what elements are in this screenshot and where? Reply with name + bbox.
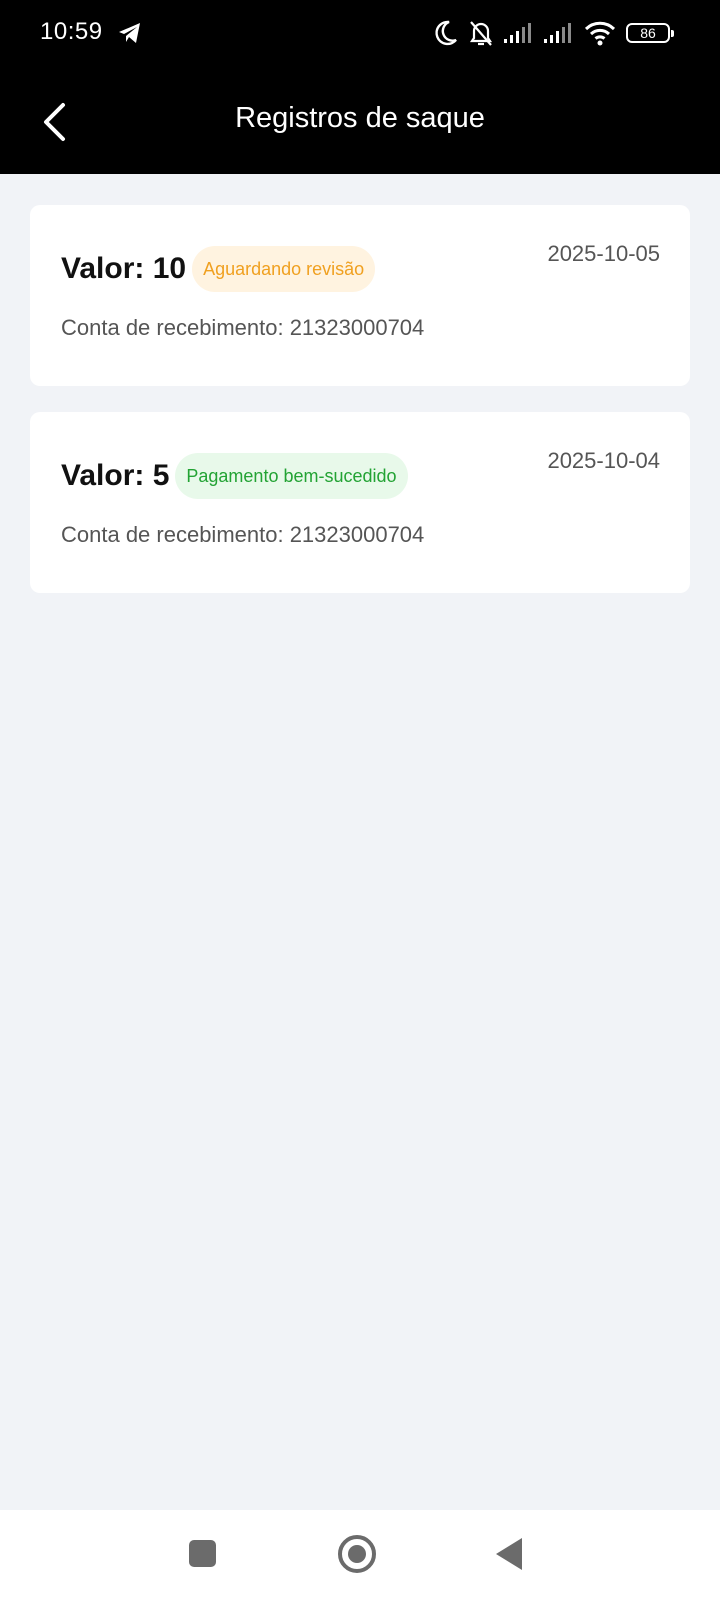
- battery-icon: 86: [626, 23, 674, 43]
- page-title: Registros de saque: [235, 102, 485, 134]
- receiving-account: Conta de recebimento: 21323000704: [61, 315, 425, 340]
- recents-square-icon[interactable]: [189, 1540, 216, 1567]
- top-bar: 10:59 86 Registros de saque: [0, 0, 720, 174]
- system-nav-bar: [0, 1510, 720, 1600]
- bell-off-icon: [469, 21, 493, 46]
- withdrawal-record-card[interactable]: Valor: 5 Pagamento bem-sucedido 2025-10-…: [30, 412, 690, 593]
- signal-icon: [544, 23, 571, 43]
- record-amount: Valor: 10: [61, 252, 187, 285]
- withdrawal-record-card[interactable]: Valor: 10 Aguardando revisão 2025-10-05 …: [30, 205, 690, 386]
- home-circle-icon[interactable]: [338, 1535, 376, 1573]
- record-date: 2025-10-04: [547, 448, 660, 473]
- record-amount: Valor: 5: [61, 459, 170, 492]
- wifi-icon: [584, 21, 616, 46]
- moon-icon: [435, 20, 457, 46]
- telegram-icon: [119, 23, 140, 43]
- back-triangle-icon[interactable]: [496, 1538, 522, 1570]
- receiving-account: Conta de recebimento: 21323000704: [61, 522, 425, 547]
- status-icons: 86: [434, 18, 676, 48]
- record-date: 2025-10-05: [547, 241, 660, 266]
- battery-level: 86: [640, 25, 656, 41]
- withdrawal-records-list: Valor: 10 Aguardando revisão 2025-10-05 …: [30, 205, 690, 619]
- status-badge: Pagamento bem-sucedido: [175, 453, 408, 499]
- status-time: 10:59: [40, 18, 103, 45]
- signal-icon: [504, 23, 531, 43]
- status-badge: Aguardando revisão: [192, 246, 376, 292]
